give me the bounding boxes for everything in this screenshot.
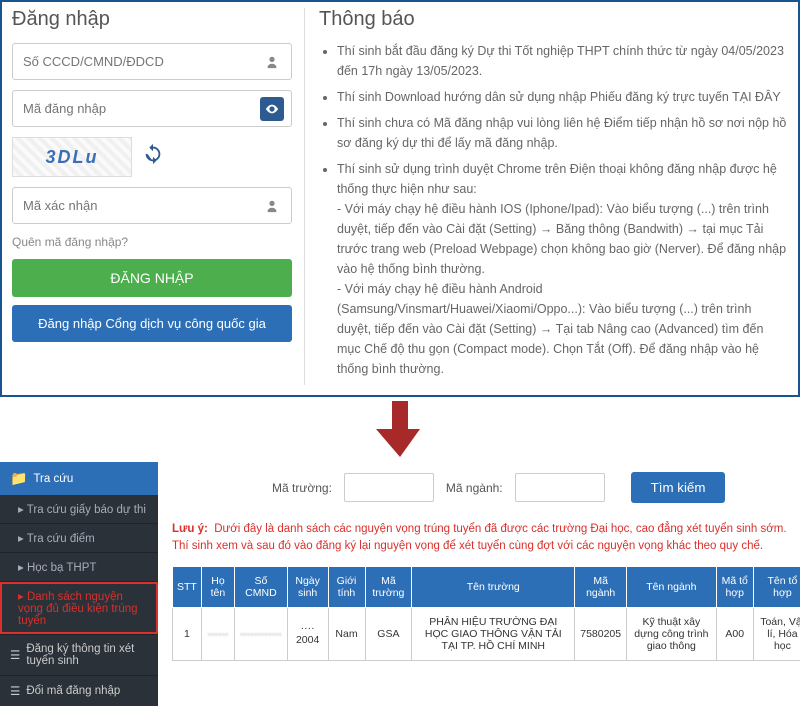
sidebar: 📁 Tra cứu ▸ Tra cứu giấy báo dự thi ▸ Tr… [0, 462, 158, 706]
major-input[interactable] [515, 473, 605, 502]
captcha-input-group [12, 187, 292, 224]
cell-matruong: GSA [365, 607, 412, 660]
id-input-group [12, 43, 292, 80]
cell-cmnd: ············ [235, 607, 288, 660]
sidebar-item-dangky[interactable]: ☰Đăng ký thông tin xét tuyển sinh [0, 634, 158, 675]
id-input[interactable] [12, 43, 292, 80]
notice-item: Thí sinh sử dụng trình duyệt Chrome trên… [337, 159, 788, 379]
login-button[interactable]: ĐĂNG NHẬP [12, 259, 292, 297]
notice-item: Thí sinh chưa có Mã đăng nhập vui lòng l… [337, 113, 788, 153]
list-icon: ☰ [10, 648, 20, 662]
search-row: Mã trường: Mã ngành: Tìm kiếm [172, 472, 800, 503]
captcha-input[interactable] [12, 187, 292, 224]
captcha-row: 3DLu [12, 137, 292, 177]
folder-icon: 📁 [10, 470, 27, 487]
note-text: Dưới đây là danh sách các nguyện vọng tr… [172, 523, 787, 552]
cell-matohop: A00 [716, 607, 753, 660]
th-manganh: Mã ngành [575, 566, 627, 607]
captcha-image: 3DLu [12, 137, 132, 177]
notice-panel: Thông báo Thí sinh bắt đầu đăng ký Dự th… [304, 8, 788, 385]
cell-gioitinh: Nam [328, 607, 365, 660]
gov-login-button[interactable]: Đăng nhập Cổng dịch vụ công quốc gia [12, 305, 292, 342]
notice-item: Thí sinh bắt đầu đăng ký Dự thi Tốt nghi… [337, 41, 788, 81]
sidebar-head-tracuu[interactable]: 📁 Tra cứu [0, 462, 158, 495]
notice-item: Thí sinh Download hướng dân sử dụng nhập… [337, 87, 788, 107]
code-input-group [12, 90, 292, 127]
user-icon [260, 194, 284, 218]
cell-tentohop: Toán, Vật lí, Hóa học [753, 607, 800, 660]
result-section: 📁 Tra cứu ▸ Tra cứu giấy báo dự thi ▸ Tr… [0, 462, 800, 706]
refresh-icon[interactable] [142, 143, 164, 171]
cell-stt: 1 [173, 607, 202, 660]
search-button[interactable]: Tìm kiếm [631, 472, 726, 503]
th-gioitinh: Giới tính [328, 566, 365, 607]
table-row: 1 ······ ············ ···· 2004 Nam GSA … [173, 607, 800, 660]
school-label: Mã trường: [272, 481, 332, 495]
cell-tentruong: PHÂN HIỆU TRƯỜNG ĐẠI HỌC GIAO THÔNG VẬN … [412, 607, 575, 660]
user-icon [260, 50, 284, 74]
result-table: STT Họ tên Số CMND Ngày sinh Giới tính M… [172, 566, 800, 661]
th-stt: STT [173, 566, 202, 607]
main-content: Mã trường: Mã ngành: Tìm kiếm Lưu ý: Dướ… [158, 462, 800, 706]
sidebar-item-nguyenvong[interactable]: ▸ Danh sách nguyện vọng đủ điều kiện trú… [0, 582, 158, 634]
th-tennganh: Tên ngành [627, 566, 717, 607]
th-hoten: Họ tên [201, 566, 234, 607]
th-tentohop: Tên tổ hợp [753, 566, 800, 607]
login-notice-section: Đăng nhập 3DLu Quên mã đăng nhập? ĐĂNG N… [0, 0, 800, 397]
th-ngaysinh: Ngày sinh [287, 566, 328, 607]
eye-icon[interactable] [260, 97, 284, 121]
login-title: Đăng nhập [12, 8, 292, 31]
th-tentruong: Tên trường [412, 566, 575, 607]
note-label: Lưu ý: [172, 523, 208, 535]
notice-title: Thông báo [319, 8, 788, 31]
list-icon: ☰ [10, 684, 20, 698]
cell-ngaysinh: ···· 2004 [287, 607, 328, 660]
sidebar-item-doima[interactable]: ☰Đổi mã đăng nhập [0, 675, 158, 706]
notice-android: - Với máy chạy hệ điều hành Android (Sam… [337, 282, 763, 376]
sidebar-item-diem[interactable]: ▸ Tra cứu điểm [0, 524, 158, 553]
forgot-link[interactable]: Quên mã đăng nhập? [12, 235, 128, 249]
major-label: Mã ngành: [446, 481, 503, 495]
sidebar-item-giaybao[interactable]: ▸ Tra cứu giấy báo dự thi [0, 495, 158, 524]
arrow-down [0, 397, 800, 462]
cell-hoten: ······ [201, 607, 234, 660]
sidebar-item-hocba[interactable]: ▸ Học bạ THPT [0, 553, 158, 582]
cell-manganh: 7580205 [575, 607, 627, 660]
note-row: Lưu ý: Dưới đây là danh sách các nguyện … [172, 521, 800, 556]
code-input[interactable] [12, 90, 292, 127]
cell-tennganh: Kỹ thuật xây dựng công trình giao thông [627, 607, 717, 660]
th-matruong: Mã trường [365, 566, 412, 607]
th-cmnd: Số CMND [235, 566, 288, 607]
table-header-row: STT Họ tên Số CMND Ngày sinh Giới tính M… [173, 566, 800, 607]
sidebar-head-label: Tra cứu [33, 473, 73, 485]
th-matohop: Mã tổ hợp [716, 566, 753, 607]
notice-ios: - Với máy chạy hệ điều hành IOS (Iphone/… [337, 202, 786, 276]
notice-list: Thí sinh bắt đầu đăng ký Dự thi Tốt nghi… [319, 41, 788, 379]
school-input[interactable] [344, 473, 434, 502]
login-panel: Đăng nhập 3DLu Quên mã đăng nhập? ĐĂNG N… [12, 8, 292, 385]
